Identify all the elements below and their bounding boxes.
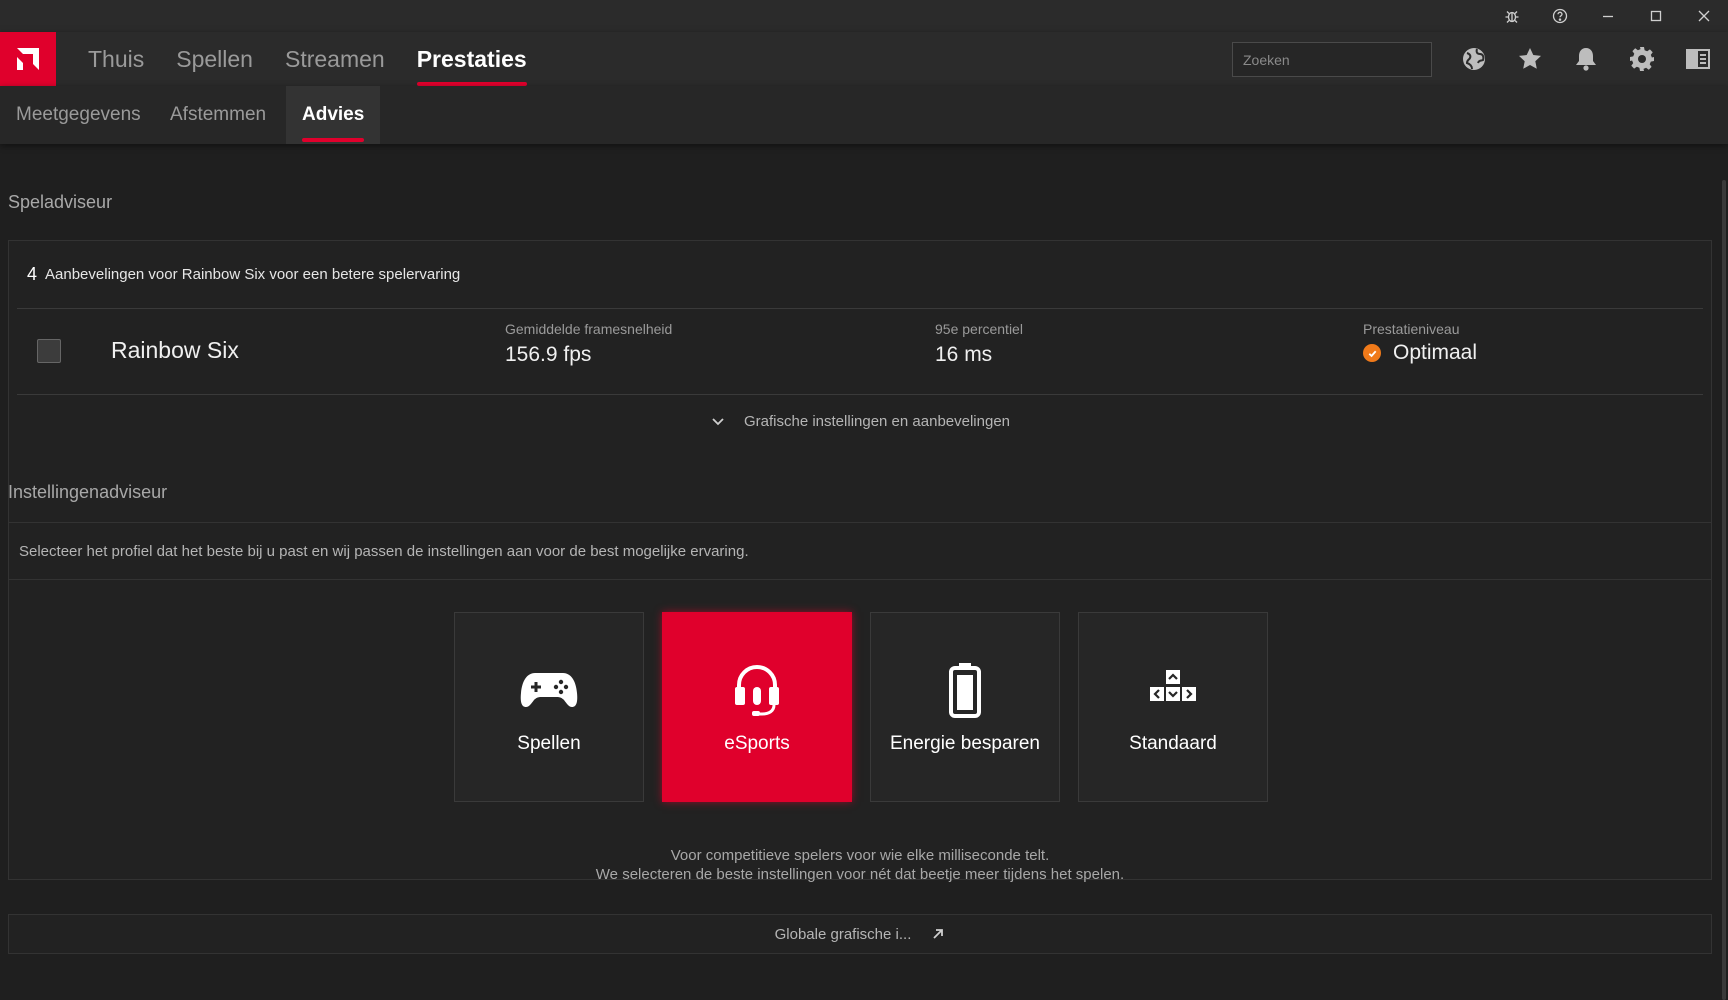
amd-logo-icon [17,48,39,70]
tab-streamen[interactable]: Streamen [269,32,401,86]
profile-standard-label: Standaard [1129,733,1217,754]
profile-info-line-1: Voor competitieve spelers voor wie elke … [670,847,1050,864]
chevron-down-icon [712,418,724,426]
help-icon [1552,8,1568,24]
profile-info: Voor competitieve spelers voor wie elke … [9,846,1711,884]
game-advisor-title: Speladviseur [8,192,113,212]
global-graphics-link[interactable]: Globale grafische i... [8,914,1712,954]
performance-level: Optimaal [1363,341,1477,365]
percentile-label: 95e percentiel [935,321,1023,337]
gear-icon [1630,47,1654,71]
recommendation-count: 4 [27,264,38,284]
settings-advisor-title: Instellingenadviseur [8,482,168,502]
title-bar [0,0,1728,32]
maximize-button[interactable] [1632,0,1680,32]
nav-icons [1446,32,1726,86]
performance-level-label: Prestatieniveau [1363,321,1460,337]
settings-button[interactable] [1614,32,1670,86]
tab-prestaties[interactable]: Prestaties [401,32,543,86]
search-input[interactable] [1243,51,1424,68]
profile-description: Selecteer het profiel dat het beste bij … [8,522,1712,580]
tab-advies[interactable]: Advies [286,86,381,144]
minimize-icon [1603,15,1613,18]
bell-icon [1576,48,1596,71]
keyboard-arrows-icon [1150,670,1196,701]
minimize-button[interactable] [1584,0,1632,32]
profile-power-saving[interactable]: Energie besparen [870,612,1060,802]
notifications-button[interactable] [1558,32,1614,86]
bug-report-button[interactable] [1488,0,1536,32]
profile-gaming-label: Spellen [517,733,581,754]
profile-selector: Spellen eSports Energie besparen Standaa… [8,580,1712,883]
content-area: Speladviseur 4 Aanbevelingen voor Rainbo… [0,144,1728,1000]
tab-spellen[interactable]: Spellen [160,32,269,86]
web-button[interactable] [1446,32,1502,86]
recommendations-header: 4 Aanbevelingen voor Rainbow Six voor ee… [17,241,1703,309]
sidebar-toggle-button[interactable] [1670,32,1726,86]
tab-afstemmen[interactable]: Afstemmen [154,86,282,144]
gamepad-icon [520,673,578,707]
profile-power-saving-label: Energie besparen [890,733,1040,754]
help-button[interactable] [1536,0,1584,32]
game-row[interactable]: Rainbow Six Gemiddelde framesnelheid 156… [17,309,1703,395]
globe-icon [1463,48,1485,70]
check-icon [1363,344,1381,362]
external-link-icon [933,929,944,939]
graphics-settings-expander[interactable]: Grafische instellingen en aanbevelingen [9,395,1711,447]
profile-info-line-2: We selecteren de beste instellingen voor… [595,866,1125,883]
scrollbar[interactable] [1722,180,1726,1000]
performance-level-value: Optimaal [1393,341,1478,364]
expander-label: Grafische instellingen en aanbevelingen [743,412,1010,430]
avg-fps-value: 156.9 fps [505,343,592,366]
bug-icon [1505,11,1519,23]
star-icon [1519,48,1541,69]
game-name: Rainbow Six [111,337,239,363]
close-button[interactable] [1680,0,1728,32]
percentile-metric: 95e percentiel 16 ms [935,321,1023,367]
favorites-button[interactable] [1502,32,1558,86]
performance-level-metric: Prestatieniveau Optimaal [1363,321,1477,365]
battery-icon [949,663,981,718]
profile-standard[interactable]: Standaard [1078,612,1268,802]
sidebar-icon [1686,49,1710,69]
tab-thuis[interactable]: Thuis [72,32,160,86]
recommendation-text: Aanbevelingen voor Rainbow Six voor een … [45,266,461,283]
percentile-value: 16 ms [935,343,993,366]
maximize-icon [1650,10,1662,22]
profile-gaming[interactable]: Spellen [454,612,644,802]
profile-esports[interactable]: eSports [662,612,852,802]
global-graphics-label: Globale grafische i... [774,925,912,943]
profile-esports-label: eSports [724,733,790,754]
game-thumbnail-icon [37,339,61,363]
close-icon [1698,10,1710,22]
headset-icon [735,664,779,716]
amd-logo[interactable] [0,32,56,86]
avg-fps-metric: Gemiddelde framesnelheid 156.9 fps [505,321,672,367]
main-nav: Thuis Spellen Streamen Prestaties [0,32,1728,86]
window-controls [1488,0,1728,32]
sub-nav: Meetgegevens Afstemmen Advies [0,86,1728,144]
avg-fps-label: Gemiddelde framesnelheid [505,321,673,337]
main-tabs: Thuis Spellen Streamen Prestaties [72,32,543,86]
search-box [1232,42,1432,77]
tab-meetgegevens[interactable]: Meetgegevens [0,86,157,144]
